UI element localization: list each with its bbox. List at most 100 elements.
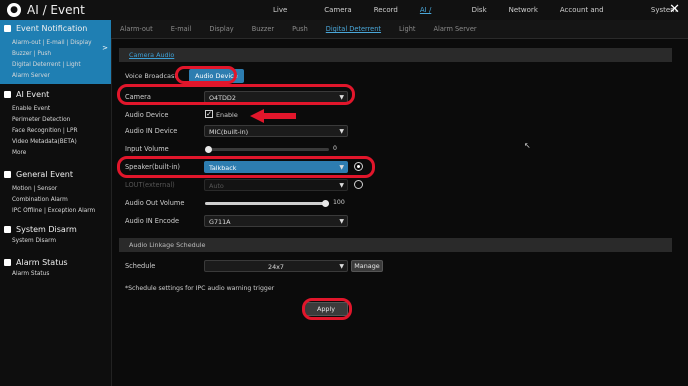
sidebar-item[interactable]: Combination Alarm (12, 197, 68, 203)
sidebar-section-general-event[interactable]: General Event Motion | Sensor Combinatio… (0, 166, 111, 222)
subnav-light[interactable]: Light (390, 20, 424, 38)
camera-row: Camera O4TDD2 ▼ (119, 90, 672, 104)
speaker-value: Talkback (209, 164, 237, 172)
speaker-radio[interactable] (354, 162, 363, 171)
sidebar-section-title: General Event (16, 170, 73, 179)
chevron-down-icon: ▼ (339, 94, 344, 101)
speaker-row: Speaker(built-in) Talkback ▼ (119, 160, 672, 174)
ai-icon (4, 91, 11, 98)
sidebar-section-ai-event[interactable]: AI Event Enable Event Perimeter Detectio… (0, 86, 111, 166)
camera-value: O4TDD2 (209, 94, 236, 102)
sidebar-item[interactable]: Enable Event (12, 106, 50, 112)
subnav-buzzer[interactable]: Buzzer (243, 20, 283, 38)
shield-icon (4, 226, 11, 233)
radio-dot (357, 165, 360, 168)
sidebar-item[interactable]: Alarm Status (12, 271, 49, 277)
input-volume-slider[interactable] (205, 146, 329, 153)
sidebar-section-header: Event Notification (4, 24, 87, 33)
subnav-email[interactable]: E-mail (162, 20, 201, 38)
schedule-row: Schedule 24x7 ▼ Manage (119, 259, 672, 273)
top-nav-live-view[interactable]: Live View (262, 3, 313, 28)
speaker-select[interactable]: Talkback ▼ (204, 161, 348, 173)
input-volume-value: 0 (333, 145, 337, 152)
audio-in-device-select[interactable]: MIC(built-in) ▼ (204, 125, 348, 137)
schedule-select[interactable]: 24x7 ▼ (204, 260, 348, 272)
sidebar-section-title: Alarm Status (16, 258, 68, 267)
top-nav: Live View Camera Record AI / Event Disk … (262, 3, 688, 28)
input-volume-row: Input Volume 0 (119, 142, 672, 156)
audio-device-row: Audio Device ✓ Enable (119, 108, 672, 122)
chevron-down-icon: ▼ (339, 128, 344, 135)
close-icon[interactable]: ✕ (669, 3, 680, 17)
sidebar-item[interactable]: Video Metadata(BETA) (12, 139, 77, 145)
sidebar-item[interactable]: Alarm Server (12, 73, 50, 79)
brand: ● AI / Event (7, 2, 85, 18)
top-nav-ai-event[interactable]: AI / Event (409, 3, 461, 28)
tab-voice-broadcast[interactable]: Voice Broadcast (119, 69, 183, 83)
sidebar-section-system-disarm[interactable]: System Disarm System Disarm (0, 221, 111, 255)
alarm-icon (4, 259, 11, 266)
subnav-display[interactable]: Display (200, 20, 242, 38)
sidebar-item[interactable]: Alarm-out | E-mail | Display (12, 40, 92, 46)
top-nav-account[interactable]: Account and Authority (549, 3, 640, 28)
top-nav-record[interactable]: Record (363, 3, 409, 17)
chevron-down-icon: ▼ (339, 164, 344, 171)
subnav-alarm-out[interactable]: Alarm-out (111, 20, 162, 38)
lout-radio[interactable] (354, 180, 363, 189)
subnav-alarm-server[interactable]: Alarm Server (424, 20, 485, 38)
schedule-note: *Schedule settings for IPC audio warning… (125, 285, 275, 292)
top-nav-camera[interactable]: Camera (313, 3, 362, 17)
sidebar-section-title: System Disarm (16, 225, 77, 234)
manage-button[interactable]: Manage (351, 260, 383, 272)
subnav: Alarm-out E-mail Display Buzzer Push Dig… (111, 20, 688, 39)
sidebar-section-title: Event Notification (16, 24, 88, 33)
bell-icon (4, 25, 11, 32)
schedule-value: 24x7 (268, 263, 284, 271)
sidebar-item[interactable]: Face Recognition | LPR (12, 128, 77, 134)
lout-label: LOUT(external) (125, 181, 175, 189)
audio-out-volume-label: Audio Out Volume (125, 199, 185, 207)
top-nav-network[interactable]: Network (498, 3, 549, 17)
sidebar-item[interactable]: Perimeter Detection (12, 117, 70, 123)
input-volume-knob[interactable] (205, 146, 212, 153)
audio-out-volume-slider[interactable] (205, 200, 329, 207)
sidebar-section-event-notification[interactable]: Event Notification Alarm-out | E-mail | … (0, 20, 111, 84)
lout-value: Auto (209, 182, 224, 190)
input-volume-label: Input Volume (125, 145, 169, 153)
lout-select[interactable]: Auto ▼ (204, 179, 348, 191)
sidebar-item[interactable]: IPC Offline | Exception Alarm (12, 208, 95, 214)
gear-icon (4, 171, 11, 178)
sidebar-section-header: Alarm Status (4, 258, 68, 267)
top-nav-disk[interactable]: Disk (461, 3, 498, 17)
audio-in-device-value: MIC(built-in) (209, 128, 249, 136)
sidebar-item[interactable]: Digital Deterrent | Light (12, 62, 81, 68)
chevron-right-icon[interactable]: > (102, 44, 108, 52)
red-arrow-icon (250, 109, 296, 123)
audio-linkage-section-bar: Audio Linkage Schedule (119, 238, 672, 252)
audio-in-encode-value: G711A (209, 218, 231, 226)
sidebar: Event Notification Alarm-out | E-mail | … (0, 20, 112, 386)
main-panel: Camera Audio Voice Broadcast Audio Devic… (119, 42, 672, 372)
top-nav-system[interactable]: System (640, 3, 688, 17)
sidebar-item[interactable]: More (12, 150, 26, 156)
audio-out-volume-fill (205, 202, 329, 205)
chevron-down-icon: ▼ (339, 218, 344, 225)
sidebar-section-header: General Event (4, 170, 73, 179)
apply-button[interactable]: Apply (304, 302, 348, 316)
audio-in-encode-select[interactable]: G711A ▼ (204, 215, 348, 227)
audio-in-encode-row: Audio IN Encode G711A ▼ (119, 214, 672, 228)
audio-out-volume-knob[interactable] (322, 200, 329, 207)
audio-in-encode-label: Audio IN Encode (125, 217, 180, 225)
sidebar-item[interactable]: Motion | Sensor (12, 186, 57, 192)
audio-device-enable-checkbox[interactable]: ✓ (205, 110, 213, 118)
subnav-push[interactable]: Push (283, 20, 317, 38)
camera-select[interactable]: O4TDD2 ▼ (204, 91, 348, 103)
camera-audio-tab[interactable]: Camera Audio (129, 48, 174, 62)
sidebar-item[interactable]: Buzzer | Push (12, 51, 51, 57)
tab-audio-device[interactable]: Audio Device (188, 69, 244, 83)
sidebar-item[interactable]: System Disarm (12, 238, 56, 244)
chevron-down-icon: ▼ (339, 263, 344, 270)
window-title: AI / Event (27, 3, 85, 17)
subnav-digital-deterrent[interactable]: Digital Deterrent (317, 20, 390, 38)
sidebar-section-alarm-status[interactable]: Alarm Status Alarm Status (0, 254, 111, 288)
